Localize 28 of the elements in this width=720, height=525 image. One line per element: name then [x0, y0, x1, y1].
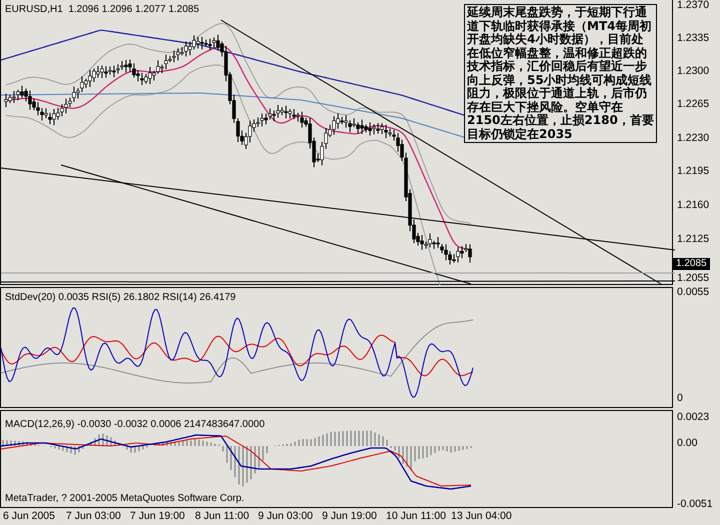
- time-label: 6 Jun 2005: [3, 510, 55, 522]
- time-label: 7 Jun 19:00: [130, 510, 185, 522]
- axis-label: 0.00: [676, 437, 698, 450]
- axis-label: 1.2300: [676, 65, 710, 78]
- time-label: 9 Jun 03:00: [258, 510, 313, 522]
- indicator-label: MACD(12,26,9) -0.0030 -0.0032 0.0006 2147483647.0000: [5, 419, 265, 430]
- axis-label: 1.2160: [676, 199, 710, 212]
- symbol-label: EURUSD,H1 1.2096 1.2096 1.2077 1.2085: [5, 4, 200, 15]
- annotation-text: 延续周末尾盘跌势，于短期下行通道下轨临时获得承接（MT4每周初开盘均缺失4小时数据），目前处在低位窄幅盘整，温和修正超跌的技术指标，汇价回稳后有望近一步向上反弹，55小时均线可构成短线阻力，极限位于通道上轨，后市仍存在巨大下挫风险。空单守在2150左右位置，止损2180，首要目标仍锁定在2035: [464, 4, 657, 143]
- time-label: 13 Jun 04:00: [451, 510, 512, 522]
- time-label: 9 Jun 19:00: [322, 510, 377, 522]
- current-price-label: 1.2085: [673, 258, 710, 270]
- axis-label: 1.2370: [676, 0, 710, 12]
- axis-label: 1.2055: [676, 272, 710, 285]
- axis-label: 1.2125: [676, 233, 710, 246]
- axis-label: 1.2230: [676, 132, 710, 145]
- axis-label: 0: [676, 392, 683, 405]
- time-label: 7 Jun 03:00: [66, 510, 121, 522]
- axis-label: 1.2265: [676, 98, 710, 111]
- axis-label: 1.2335: [676, 32, 710, 45]
- axis-label: -0.0051: [676, 498, 713, 511]
- time-label: 8 Jun 11:00: [195, 510, 250, 522]
- axis-label: 0.0023: [676, 411, 710, 424]
- axis-label: 0.0055: [676, 286, 710, 299]
- time-label: 10 Jun 11:00: [386, 510, 446, 522]
- copyright-text: MetaTrader, ? 2001-2005 MetaQuotes Software Corp.: [5, 493, 244, 504]
- indicator-label: StdDev(20) 0.0035 RSI(5) 26.1802 RSI(14) 26.4179: [5, 292, 236, 303]
- axis-label: 1.2195: [676, 165, 710, 178]
